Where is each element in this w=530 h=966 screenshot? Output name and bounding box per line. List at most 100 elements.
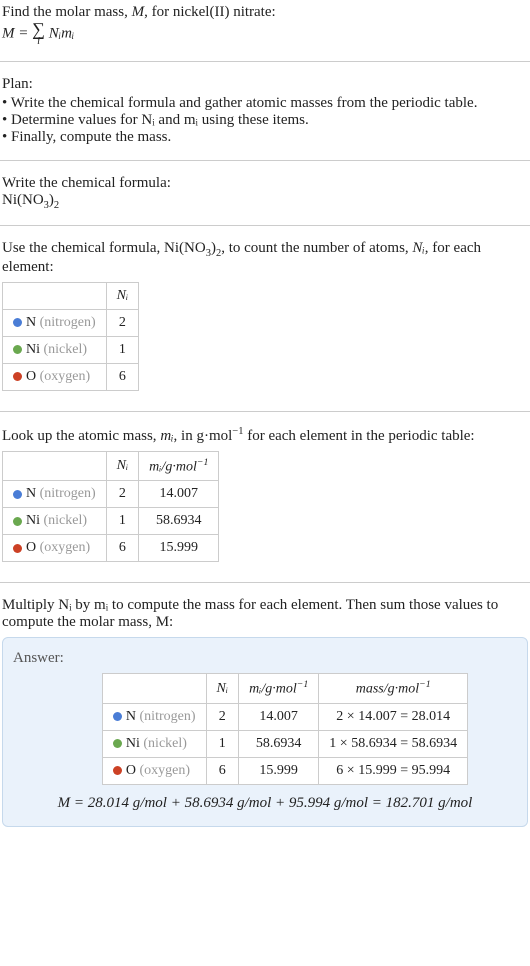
element-name: (nitrogen): [40, 486, 96, 501]
plan-item: Determine values for Nᵢ and mᵢ using the…: [2, 112, 528, 129]
answer-table-wrap: Nᵢ mᵢ/g·mol−1 mass/g·mol−1 N (nitrogen) …: [53, 673, 517, 785]
col-empty: [3, 282, 107, 309]
n-value: 2: [106, 481, 139, 508]
eq-lhs: M: [2, 25, 15, 41]
n-value: 2: [206, 703, 239, 730]
element-symbol: N: [26, 315, 36, 330]
table-row: O (oxygen) 6 15.999 6 × 15.999 = 95.994: [102, 757, 467, 784]
n-value: 6: [106, 535, 139, 562]
answer-table: Nᵢ mᵢ/g·mol−1 mass/g·mol−1 N (nitrogen) …: [102, 673, 468, 785]
table-header-row: Nᵢ mᵢ/g·mol−1: [3, 451, 219, 481]
element-symbol: N: [26, 486, 36, 501]
var-ni: Nᵢ: [412, 240, 424, 256]
table-row: N (nitrogen) 2 14.007: [3, 481, 219, 508]
element-cell: O (oxygen): [3, 363, 107, 390]
divider: [0, 225, 530, 226]
element-symbol: O: [26, 369, 36, 384]
sum-symbol: ∑i: [32, 21, 45, 47]
n-value: 6: [206, 757, 239, 784]
intro-section: Find the molar mass, M, for nickel(II) n…: [0, 0, 530, 51]
col-mass: mass/g·mol−1: [319, 674, 468, 704]
col-m-var: mᵢ: [149, 459, 161, 474]
table-row: Ni (nickel) 1 58.6934: [3, 508, 219, 535]
n-value: 1: [106, 336, 139, 363]
mass-value: 2 × 14.007 = 28.014: [319, 703, 468, 730]
element-name: (nickel): [143, 736, 187, 751]
col-mass-sup: −1: [419, 679, 431, 690]
table-row: Ni (nickel) 1 58.6934 1 × 58.6934 = 58.6…: [102, 730, 467, 757]
element-symbol: Ni: [26, 513, 40, 528]
element-name: (oxygen): [40, 540, 91, 555]
element-cell: O (oxygen): [3, 535, 107, 562]
n-value: 1: [206, 730, 239, 757]
m-value: 14.007: [139, 481, 219, 508]
element-dot-icon: [113, 766, 122, 775]
m-value: 58.6934: [139, 508, 219, 535]
var-mi: mᵢ: [160, 428, 173, 444]
divider: [0, 160, 530, 161]
step1-section: Write the chemical formula: Ni(NO3)2: [0, 171, 530, 215]
element-symbol: O: [126, 763, 136, 778]
step3-section: Look up the atomic mass, mᵢ, in g·mol−1 …: [0, 422, 530, 573]
col-m-unit: /g·mol: [162, 459, 197, 474]
sigma-icon: ∑: [32, 21, 45, 37]
plan-heading: Plan:: [2, 76, 528, 93]
col-n: Nᵢ: [106, 282, 139, 309]
plan-list: Write the chemical formula and gather at…: [2, 95, 528, 146]
answer-label: Answer:: [13, 650, 517, 667]
col-empty: [102, 674, 206, 704]
col-m-unit: /g·mol: [261, 682, 296, 697]
text-part: for each element in the periodic table:: [243, 428, 474, 444]
element-dot-icon: [13, 318, 22, 327]
text-part: Look up the atomic mass,: [2, 428, 160, 444]
n-value: 1: [106, 508, 139, 535]
plan-section: Plan: Write the chemical formula and gat…: [0, 72, 530, 150]
element-dot-icon: [13, 345, 22, 354]
element-cell: O (oxygen): [102, 757, 206, 784]
mass-value: 6 × 15.999 = 95.994: [319, 757, 468, 784]
atomic-mass-table: Nᵢ mᵢ/g·mol−1 N (nitrogen) 2 14.007 Ni (…: [2, 451, 219, 563]
formula-sub: 2: [54, 200, 59, 211]
step1-heading: Write the chemical formula:: [2, 175, 528, 192]
plan-item: Finally, compute the mass.: [2, 129, 528, 146]
table-header-row: Nᵢ mᵢ/g·mol −1 mass/g·mol−1: [102, 674, 467, 704]
step3-text: Look up the atomic mass, mᵢ, in g·mol−1 …: [2, 426, 528, 445]
col-m-var: mᵢ: [249, 682, 261, 697]
element-symbol: O: [26, 540, 36, 555]
m-value: 14.007: [239, 703, 319, 730]
element-name: (oxygen): [40, 369, 91, 384]
m-value: 58.6934: [239, 730, 319, 757]
element-dot-icon: [13, 517, 22, 526]
col-m: mᵢ/g·mol−1: [139, 451, 219, 481]
element-name: (nitrogen): [40, 315, 96, 330]
table-row: N (nitrogen) 2: [3, 309, 139, 336]
divider: [0, 61, 530, 62]
text-part: Use the chemical formula, Ni(NO: [2, 240, 206, 256]
col-n: Nᵢ: [206, 674, 239, 704]
step4-section: Multiply Nᵢ by mᵢ to compute the mass fo…: [0, 593, 530, 831]
text-part: , in g·mol: [174, 428, 233, 444]
step2-section: Use the chemical formula, Ni(NO3)2, to c…: [0, 236, 530, 401]
eq-rhs: Nᵢmᵢ: [45, 25, 74, 41]
divider: [0, 411, 530, 412]
element-symbol: N: [126, 709, 136, 724]
table-row: O (oxygen) 6: [3, 363, 139, 390]
intro-equation: M = ∑i Nᵢmᵢ: [2, 21, 528, 47]
element-symbol: Ni: [126, 736, 140, 751]
intro-line: Find the molar mass, M, for nickel(II) n…: [2, 4, 528, 21]
element-dot-icon: [113, 739, 122, 748]
text-sup: −1: [232, 426, 243, 437]
col-m-sup: −1: [197, 457, 209, 468]
col-n: Nᵢ: [106, 451, 139, 481]
table-row: Ni (nickel) 1: [3, 336, 139, 363]
eq-equals: =: [15, 25, 33, 41]
element-name: (nitrogen): [140, 709, 196, 724]
divider: [0, 582, 530, 583]
element-name: (nickel): [44, 342, 88, 357]
element-dot-icon: [13, 490, 22, 499]
element-cell: Ni (nickel): [3, 336, 107, 363]
mass-value: 1 × 58.6934 = 58.6934: [319, 730, 468, 757]
chemical-formula: Ni(NO3)2: [2, 192, 528, 211]
element-dot-icon: [13, 372, 22, 381]
element-cell: Ni (nickel): [3, 508, 107, 535]
